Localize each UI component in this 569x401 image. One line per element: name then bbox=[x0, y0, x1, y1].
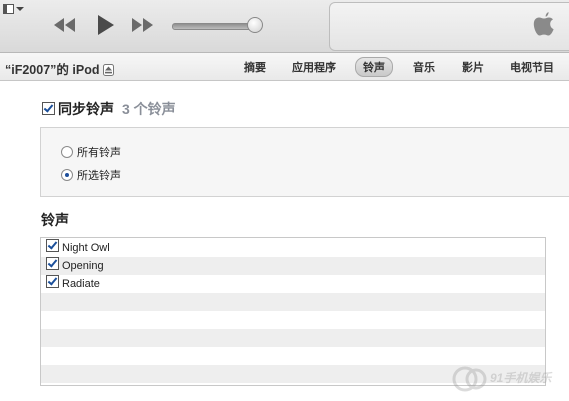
watermark-logo-icon bbox=[452, 366, 487, 392]
play-icon[interactable] bbox=[92, 13, 118, 37]
option-all-ringtones[interactable]: 所有铃声 bbox=[61, 144, 121, 160]
tab-summary[interactable]: 摘要 bbox=[244, 59, 266, 75]
sync-ringtones-row: 同步铃声 3 个铃声 bbox=[42, 99, 176, 117]
volume-track[interactable] bbox=[172, 23, 258, 30]
device-name: “iF2007”的 iPod bbox=[5, 59, 115, 78]
menu-toggle-icon[interactable] bbox=[3, 3, 25, 15]
ringtone-name: Night Owl bbox=[62, 242, 110, 254]
watermark: 91手机娱乐 bbox=[452, 362, 567, 398]
tab-music[interactable]: 音乐 bbox=[413, 59, 435, 75]
next-track-icon[interactable] bbox=[130, 13, 156, 37]
eject-icon[interactable] bbox=[103, 64, 115, 76]
selected-ringtones-label[interactable]: 所选铃声 bbox=[77, 170, 121, 182]
all-ringtones-radio[interactable] bbox=[61, 146, 73, 158]
all-ringtones-label[interactable]: 所有铃声 bbox=[77, 147, 121, 159]
device-tab-bar: “iF2007”的 iPod 摘要 应用程序 铃声 音乐 影片 电视节目 bbox=[0, 53, 569, 81]
ringtone-checkbox[interactable] bbox=[46, 257, 59, 270]
selected-ringtones-radio[interactable] bbox=[61, 169, 73, 181]
option-selected-ringtones[interactable]: 所选铃声 bbox=[61, 167, 121, 183]
ringtone-checkbox[interactable] bbox=[46, 275, 59, 288]
volume-knob[interactable] bbox=[247, 17, 263, 33]
list-item[interactable]: Radiate bbox=[41, 275, 545, 293]
empty-row bbox=[41, 329, 545, 347]
sync-options-panel: 所有铃声 所选铃声 bbox=[40, 127, 569, 197]
apple-logo-icon bbox=[533, 12, 554, 36]
empty-row bbox=[41, 311, 545, 329]
tab-apps[interactable]: 应用程序 bbox=[292, 59, 336, 75]
previous-track-icon[interactable] bbox=[51, 13, 77, 37]
empty-row bbox=[41, 293, 545, 311]
watermark-text: 91手机娱乐 bbox=[490, 371, 552, 385]
tab-movies[interactable]: 影片 bbox=[462, 59, 484, 75]
ringtones-section-title: 铃声 bbox=[41, 212, 69, 228]
ringtone-name: Opening bbox=[62, 260, 104, 272]
tab-tv-shows[interactable]: 电视节目 bbox=[510, 59, 554, 75]
player-toolbar bbox=[0, 0, 569, 53]
ringtone-name: Radiate bbox=[62, 278, 100, 290]
list-item[interactable]: Night Owl bbox=[41, 239, 545, 257]
sync-ringtones-label[interactable]: 同步铃声 bbox=[58, 101, 114, 117]
tab-ringtones[interactable]: 铃声 bbox=[355, 57, 393, 77]
sync-ringtones-checkbox[interactable] bbox=[42, 102, 55, 115]
list-item[interactable]: Opening bbox=[41, 257, 545, 275]
ringtone-count: 3 个铃声 bbox=[122, 101, 176, 117]
volume-slider[interactable] bbox=[168, 14, 264, 36]
device-name-label: “iF2007”的 iPod bbox=[5, 63, 100, 77]
ringtone-checkbox[interactable] bbox=[46, 239, 59, 252]
